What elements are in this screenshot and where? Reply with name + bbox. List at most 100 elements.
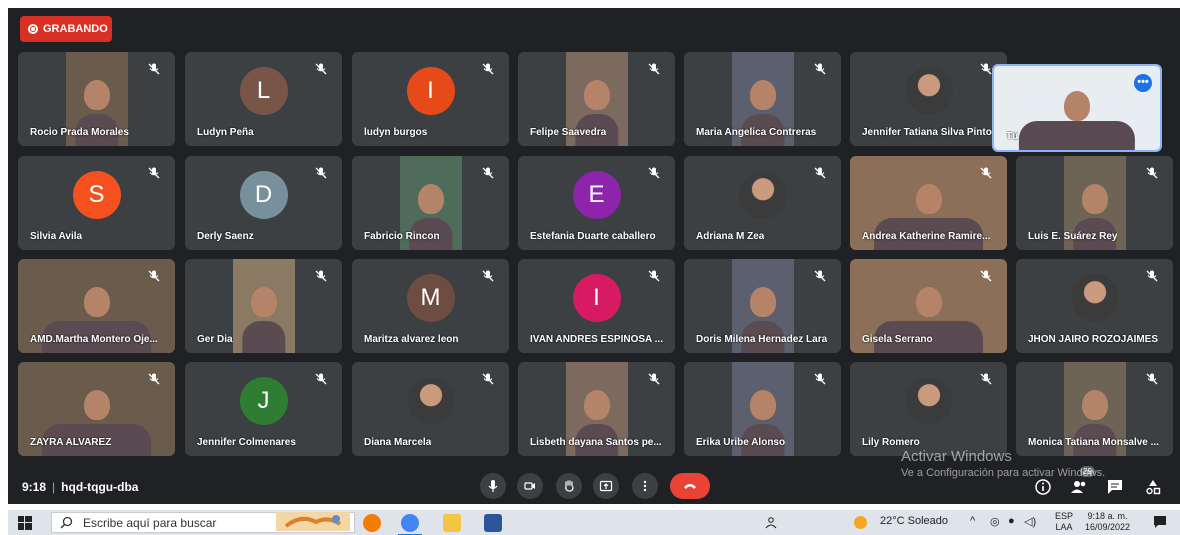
mic-off-icon — [1146, 373, 1158, 385]
mic-off-icon — [148, 270, 160, 282]
participant-name: AMD.Martha Montero Oje... — [30, 334, 158, 345]
end-call-button[interactable] — [670, 473, 710, 499]
chrome-icon[interactable] — [398, 514, 422, 535]
clock-time: 9:18 a. m. — [1087, 511, 1128, 521]
participant-name: Rocio Prada Morales — [30, 127, 129, 138]
participant-tile[interactable]: L Ludyn Peña — [185, 52, 342, 146]
person-face — [250, 287, 277, 318]
search-icon — [60, 516, 73, 529]
participant-tile[interactable]: Iludyn burgos — [352, 52, 509, 146]
participant-tile[interactable]: E Estefania Duarte caballero — [518, 156, 675, 250]
self-video-tile[interactable]: ••• Tú — [992, 64, 1162, 152]
avatar: J — [239, 377, 288, 426]
weather-text[interactable]: 22°C Soleado — [880, 515, 948, 527]
participant-tile[interactable]: Rocio Prada Morales — [18, 52, 175, 146]
participant-name: Ger Dia — [197, 334, 233, 345]
lang-top: ESP — [1055, 511, 1074, 521]
system-clock[interactable]: 9:18 a. m. 16/09/2022 — [1085, 511, 1130, 533]
participants-icon[interactable] — [1070, 478, 1088, 496]
windows-taskbar: Escribe aquí para buscar 22°C Soleado ^ … — [8, 510, 1180, 535]
participant-tile[interactable]: M Maritza alvarez leon — [352, 259, 509, 353]
participant-tile[interactable]: AMD.Martha Montero Oje... — [18, 259, 175, 353]
network-icon[interactable]: ◎ — [990, 515, 1000, 528]
avatar: L — [239, 67, 288, 116]
participant-tile[interactable]: Diana Marcela — [352, 362, 509, 456]
participant-tile[interactable]: Felipe Saavedra — [518, 52, 675, 146]
person-face — [83, 80, 110, 111]
participant-name: Felipe Saavedra — [530, 127, 607, 138]
input-language[interactable]: ESP LAA — [1055, 511, 1073, 533]
microphone-tray-icon[interactable]: ● — [1008, 515, 1015, 527]
person-face — [915, 184, 942, 215]
participant-name: Silvia Avila — [30, 231, 83, 242]
participant-name: Monica Tatiana Monsalve ... — [1028, 437, 1159, 448]
participant-name: Luis E. Suárez Rey — [1028, 231, 1118, 242]
microphone-button[interactable] — [480, 473, 506, 499]
participant-tile[interactable]: S Silvia Avila — [18, 156, 175, 250]
mic-off-icon — [148, 373, 160, 385]
raise-hand-button[interactable] — [556, 473, 582, 499]
person-body — [241, 321, 286, 353]
person-face — [83, 287, 110, 318]
participant-tile[interactable]: ZAYRA ALVAREZ — [18, 362, 175, 456]
participant-tile[interactable]: J Jennifer Colmenares — [185, 362, 342, 456]
participant-name: Maria Angelica Contreras — [696, 127, 817, 138]
participant-tile[interactable]: Adriana M Zea — [684, 156, 841, 250]
mic-off-icon — [482, 167, 494, 179]
participant-name: Adriana M Zea — [696, 231, 765, 242]
participant-tile[interactable]: I IVAN ANDRES ESPINOSA ... — [518, 259, 675, 353]
more-options-button[interactable] — [632, 473, 658, 499]
more-options-icon[interactable]: ••• — [1134, 74, 1152, 92]
activities-icon[interactable] — [1144, 478, 1162, 496]
participant-tile[interactable]: Lisbeth dayana Santos pe... — [518, 362, 675, 456]
participant-tile[interactable]: Monica Tatiana Monsalve ... — [1016, 362, 1173, 456]
mic-off-icon — [814, 270, 826, 282]
participant-tile[interactable]: Fabricio Rincon — [352, 156, 509, 250]
record-icon — [28, 24, 38, 34]
avatar: S — [72, 171, 121, 220]
person-body — [1018, 121, 1136, 150]
hand-icon — [565, 480, 574, 492]
participant-tile[interactable]: Maria Angelica Contreras — [684, 52, 841, 146]
meeting-info: 9:18 | hqd-tqgu-dba — [22, 480, 139, 494]
windows-start-icon[interactable] — [18, 516, 32, 530]
participant-name: Jennifer Tatiana Silva Pinto — [862, 127, 992, 138]
participant-tile[interactable]: Doris Milena Hernadez Lara — [684, 259, 841, 353]
chat-icon[interactable] — [1106, 478, 1124, 496]
participant-tile[interactable]: Lily Romero — [850, 362, 1007, 456]
activate-windows-watermark: Activar Windows Ve a Configuración para … — [901, 448, 1105, 479]
camera-button[interactable] — [517, 473, 543, 499]
file-explorer-icon[interactable] — [443, 514, 461, 532]
meeting-details-icon[interactable] — [1034, 478, 1052, 496]
participant-tile[interactable]: Ger Dia — [185, 259, 342, 353]
microphone-icon — [488, 480, 498, 492]
profile-photo — [406, 377, 455, 426]
present-screen-button[interactable] — [593, 473, 619, 499]
participant-name: Tú — [1006, 131, 1019, 142]
recording-label: GRABANDO — [43, 23, 108, 35]
profile-photo — [904, 377, 953, 426]
meeting-code[interactable]: hqd-tqgu-dba — [61, 480, 138, 494]
profile-photo — [1070, 274, 1119, 323]
participant-tile[interactable]: Gisela Serrano — [850, 259, 1007, 353]
participant-name: Ludyn Peña — [197, 127, 254, 138]
mic-off-icon — [648, 373, 660, 385]
mic-off-icon — [1146, 167, 1158, 179]
recording-indicator: GRABANDO — [20, 16, 112, 42]
chevron-up-icon[interactable]: ^ — [970, 515, 975, 527]
volume-icon[interactable]: ◁) — [1024, 515, 1036, 528]
participant-tile[interactable]: Jennifer Tatiana Silva Pinto — [850, 52, 1007, 146]
participant-tile[interactable]: Andrea Katherine Ramire... — [850, 156, 1007, 250]
mic-off-icon — [1146, 270, 1158, 282]
participant-tile[interactable]: JHON JAIRO ROZOJAIMES — [1016, 259, 1173, 353]
participant-name: IVAN ANDRES ESPINOSA ... — [530, 334, 663, 345]
participant-tile[interactable]: D Derly Saenz — [185, 156, 342, 250]
participant-name: Jennifer Colmenares — [197, 437, 296, 448]
firefox-icon[interactable] — [363, 514, 381, 532]
notification-icon[interactable] — [1153, 515, 1167, 529]
participant-tile[interactable]: Luis E. Suárez Rey — [1016, 156, 1173, 250]
meet-window: GRABANDO Rocio Prada Morales L Ludyn Peña I… — [8, 8, 1180, 504]
word-icon[interactable] — [484, 514, 502, 532]
people-icon[interactable] — [765, 515, 779, 529]
participant-tile[interactable]: Erika Uribe Alonso — [684, 362, 841, 456]
